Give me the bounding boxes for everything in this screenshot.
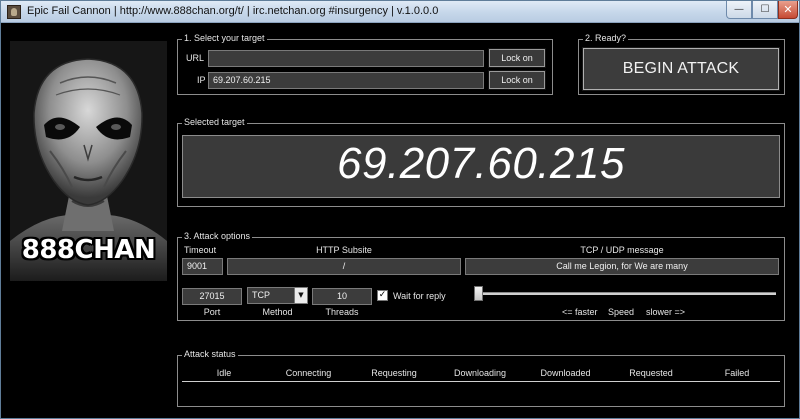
begin-attack-button[interactable]: BEGIN ATTACK [582, 47, 780, 91]
maximize-icon: ☐ [760, 4, 770, 15]
wait-for-reply-checkbox[interactable]: ✓ [377, 290, 388, 301]
minimize-icon: — [734, 4, 744, 15]
chevron-down-icon[interactable]: ▼ [294, 288, 307, 303]
threads-label: Threads [325, 307, 359, 317]
speed-faster-label: <= faster [562, 307, 598, 317]
title-bar[interactable]: Epic Fail Cannon | http://www.888chan.or… [1, 1, 799, 23]
speed-slower-label: slower => [646, 307, 686, 317]
speed-label: Speed [608, 307, 635, 317]
method-select[interactable]: TCP ▼ [247, 287, 308, 304]
selected-target-legend: Selected target [182, 117, 247, 127]
speed-slider-thumb[interactable] [474, 286, 483, 301]
http-subsite-label: HTTP Subsite [316, 245, 372, 255]
speed-slider-track[interactable] [476, 292, 776, 295]
status-connecting-header: Connecting [285, 368, 332, 378]
lock-on-url-button[interactable]: Lock on [488, 48, 546, 68]
port-label: Port [203, 307, 221, 317]
selected-target-display: 69.207.60.215 [182, 135, 780, 198]
ready-legend: 2. Ready? [583, 33, 629, 43]
checkmark-icon: ✓ [378, 290, 387, 300]
close-icon: ✕ [783, 3, 793, 16]
http-subsite-input[interactable]: / [227, 258, 461, 275]
message-input[interactable]: Call me Legion, for We are many [465, 258, 779, 275]
status-requested-header: Requested [629, 368, 673, 378]
status-downloading-header: Downloading [453, 368, 507, 378]
timeout-label: Timeout [184, 245, 217, 255]
url-input[interactable] [208, 50, 484, 67]
ip-input[interactable]: 69.207.60.215 [208, 72, 484, 89]
lock-on-ip-button[interactable]: Lock on [488, 70, 546, 90]
port-input[interactable]: 27015 [182, 288, 242, 305]
attack-status-legend: Attack status [182, 349, 238, 359]
close-button[interactable]: ✕ [778, 1, 798, 19]
ip-label: IP [197, 75, 206, 85]
method-label: Method [262, 307, 293, 317]
logo-text: 888CHAN [21, 235, 156, 265]
threads-input[interactable]: 10 [312, 288, 372, 305]
select-target-legend: 1. Select your target [182, 33, 267, 43]
status-divider [182, 381, 780, 382]
timeout-input[interactable]: 9001 [182, 258, 223, 275]
minimize-button[interactable]: — [726, 1, 752, 19]
message-label: TCP / UDP message [580, 245, 664, 255]
status-downloaded-header: Downloaded [540, 368, 591, 378]
window-title: Epic Fail Cannon | http://www.888chan.or… [27, 5, 439, 17]
method-value: TCP [252, 290, 270, 300]
maximize-button[interactable]: ☐ [752, 1, 778, 19]
app-icon [7, 5, 21, 19]
status-requesting-header: Requesting [371, 368, 417, 378]
url-label: URL [186, 53, 205, 63]
wait-for-reply-label: Wait for reply [393, 291, 446, 301]
status-idle-header: Idle [216, 368, 232, 378]
attack-options-legend: 3. Attack options [182, 231, 253, 241]
status-failed-header: Failed [724, 368, 750, 378]
logo-panel: 888CHAN [10, 41, 167, 281]
app-window: Epic Fail Cannon | http://www.888chan.or… [0, 0, 800, 419]
